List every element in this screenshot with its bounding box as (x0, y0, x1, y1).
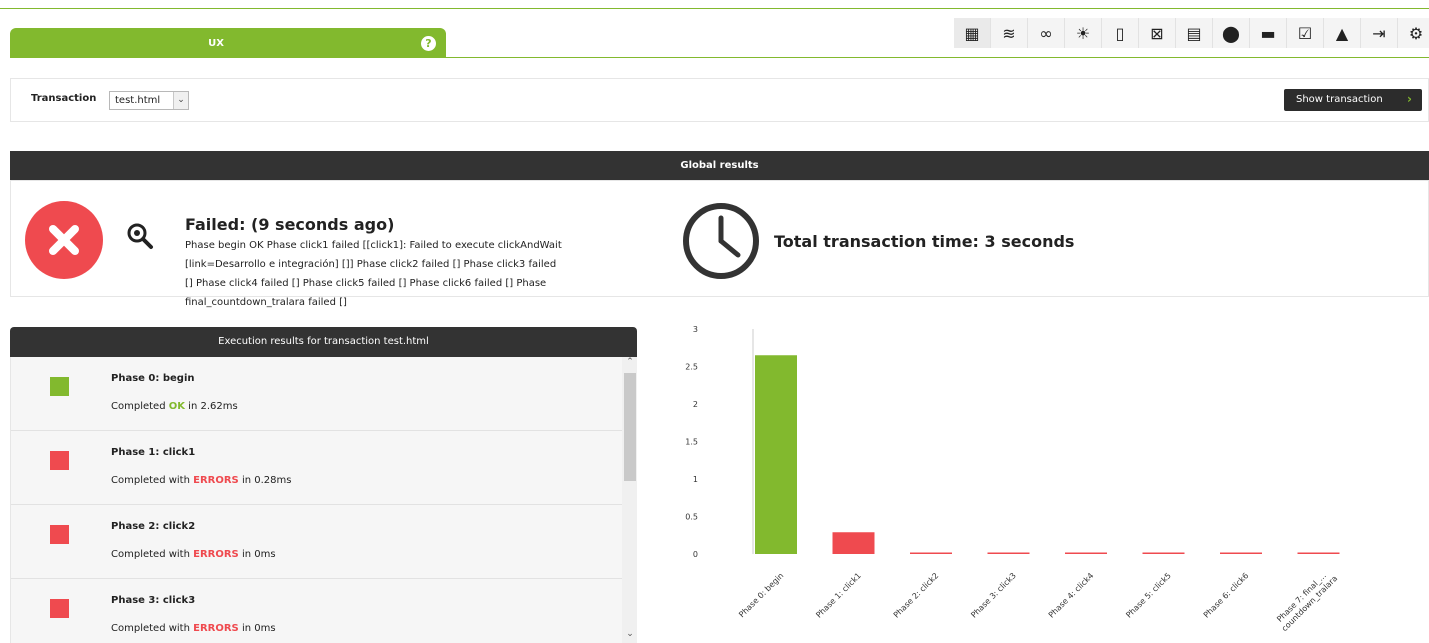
scrollbar-thumb[interactable] (624, 373, 636, 481)
x-tick-label: Phase 2: click2 (892, 571, 941, 620)
transaction-select-value: test.html (115, 95, 161, 106)
status-description: Phase begin OK Phase click1 failed [[cli… (185, 240, 562, 308)
phase-result: Completed with ERRORS in 0ms (111, 549, 276, 560)
network-icon[interactable]: ≋ (991, 18, 1028, 48)
phase-status-word: ERRORS (193, 475, 239, 486)
x-tick-label: Phase 6: click6 (1202, 571, 1251, 620)
phase-status-word: ERRORS (193, 623, 239, 634)
phase-result-prefix: Completed with (111, 475, 194, 486)
chart-bar (1297, 552, 1340, 554)
transaction-select[interactable]: test.html ⌄ (109, 91, 189, 110)
phase-row: Phase 1: click1 Completed with ERRORS in … (11, 431, 622, 505)
chart-bar (832, 532, 875, 554)
magnifier-icon[interactable] (125, 221, 155, 255)
phase-result-prefix: Completed with (111, 623, 194, 634)
tab-title: UX (208, 38, 224, 49)
x-tick-label: Phase 7: final_...countdown_tralara (1273, 567, 1339, 633)
folder-icon[interactable]: ▬ (1250, 18, 1287, 48)
phase-error-indicator (50, 451, 69, 470)
phase-name: Phase 2: click2 (111, 521, 196, 532)
chart-bar (1220, 552, 1262, 554)
x-tick-label: Phase 1: click1 (814, 571, 863, 620)
phase-name: Phase 1: click1 (111, 447, 196, 458)
top-accent-line (0, 8, 1429, 9)
phase-error-indicator (50, 525, 69, 544)
status-title: Failed: (9 seconds ago) (185, 215, 395, 234)
y-tick-label: 1 (693, 475, 698, 484)
tab-underline (10, 57, 1429, 58)
show-transaction-label: Show transaction (1296, 94, 1383, 105)
chart-bar (1142, 552, 1185, 554)
y-tick-label: 3 (693, 325, 698, 334)
x-tick-label: Phase 5: click5 (1124, 571, 1173, 620)
y-tick-label: 0.5 (685, 513, 698, 522)
ux-tab[interactable]: UX ? (10, 28, 446, 58)
phase-result-suffix: in 0ms (238, 549, 276, 560)
gear-icon[interactable]: ⚙ (1398, 18, 1429, 48)
phase-ok-indicator (50, 377, 69, 396)
phase-status-word: ERRORS (193, 549, 239, 560)
graph-icon[interactable]: ⊠ (1139, 18, 1176, 48)
phase-error-indicator (50, 599, 69, 618)
sun-icon[interactable]: ☀ (1065, 18, 1102, 48)
phase-name: Phase 0: begin (111, 373, 195, 384)
help-icon[interactable]: ? (421, 36, 436, 51)
phase-result-suffix: in 2.62ms (184, 401, 238, 412)
phase-result-prefix: Completed with (111, 549, 194, 560)
x-tick-label: Phase 4: click4 (1047, 571, 1096, 620)
chart-bar (1065, 552, 1107, 554)
y-tick-label: 0 (693, 550, 698, 559)
bell-icon[interactable]: ▲ (1324, 18, 1361, 48)
x-tick-label: Phase 3: click3 (969, 571, 1018, 620)
scroll-down-icon[interactable]: ⌄ (622, 629, 637, 643)
checklist-icon[interactable]: ☑ (1287, 18, 1324, 48)
link-icon[interactable]: ∞ (1028, 18, 1065, 48)
phase-result-suffix: in 0.28ms (238, 475, 292, 486)
y-tick-label: 2.5 (685, 363, 698, 372)
scrollbar[interactable]: ⌃ ⌄ (622, 357, 637, 643)
chart-bar (987, 552, 1030, 554)
chevron-down-icon[interactable]: ⌄ (173, 92, 188, 109)
logout-icon[interactable]: ⇥ (1361, 18, 1398, 48)
x-tick-label: Phase 0: begin (737, 571, 785, 619)
phase-row: Phase 2: click2 Completed with ERRORS in … (11, 505, 622, 579)
chart-bar (755, 355, 797, 554)
phase-result: Completed with ERRORS in 0ms (111, 623, 276, 634)
transaction-label: Transaction (31, 93, 97, 104)
global-results-panel: Failed: (9 seconds ago) Phase begin OK P… (10, 180, 1429, 308)
book-icon[interactable]: ▯ (1102, 18, 1139, 48)
execution-results-list[interactable]: Phase 3: click3 Completed with ERRORS in … (10, 357, 637, 643)
failed-status-icon (25, 201, 103, 279)
transaction-bar: Transaction test.html ⌄ Show transaction… (10, 78, 1429, 122)
phase-result-suffix: in 0ms (238, 623, 276, 634)
phase-duration-chart: 0 0.5 1 1.5 2 2.5 3 Phase 0: begin Phase 1: clic… (685, 325, 1340, 633)
show-transaction-button[interactable]: Show transaction › (1284, 89, 1422, 111)
phase-result: Completed OK in 2.62ms (111, 401, 238, 412)
agent-view-icon[interactable]: ▦ (954, 18, 991, 48)
y-tick-label: 1.5 (685, 438, 698, 447)
phase-row: Phase 0: begin Completed OK in 2.62ms (11, 357, 622, 431)
phase-row: Phase 3: click3 Completed with ERRORS in … (11, 579, 622, 643)
global-results-header: Global results (10, 151, 1429, 180)
execution-results-header: Execution results for transaction test.h… (10, 327, 637, 357)
phase-result-prefix: Completed (111, 401, 169, 412)
map-pin-icon[interactable]: ⬤ (1213, 18, 1250, 48)
y-tick-label: 2 (693, 400, 698, 409)
phase-name: Phase 3: click3 (111, 595, 196, 606)
header-toolbar: ▦ ≋ ∞ ☀ ▯ ⊠ ▤ ⬤ ▬ ☑ ▲ ⇥ ⚙ (954, 18, 1429, 48)
clock-icon (681, 201, 761, 285)
scroll-up-icon[interactable]: ⌃ (622, 357, 637, 371)
chart-bar (910, 552, 952, 554)
chevron-right-icon: › (1407, 92, 1412, 106)
archive-icon[interactable]: ▤ (1176, 18, 1213, 48)
total-transaction-time: Total transaction time: 3 seconds (774, 232, 1075, 251)
phase-result: Completed with ERRORS in 0.28ms (111, 475, 291, 486)
phase-status-word: OK (168, 401, 185, 412)
